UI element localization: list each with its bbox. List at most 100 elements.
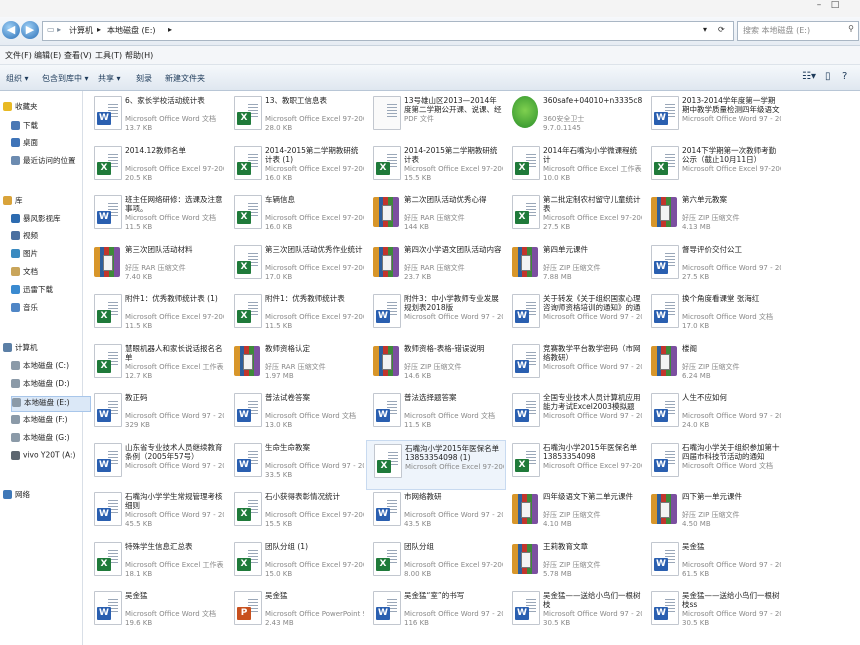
file-item[interactable]: X 2014.12教师名单 Microsoft Office Excel 97-20… [87, 143, 225, 191]
file-item[interactable]: W 教正码 Microsoft Office Word 97 - 20... 329 … [87, 390, 225, 438]
menu-tools[interactable]: 工具(T) [95, 50, 122, 61]
menu-help[interactable]: 帮助(H) [125, 50, 153, 61]
nav-item-6[interactable]: 视频 [11, 230, 89, 244]
file-item[interactable]: X 石嘴沟小学2015年医保名单13853354098 (1) Microsoft … [366, 439, 506, 490]
file-item[interactable]: X 慧眼机器人和家长说话报名名单 Microsoft Office Excel 工作… [87, 341, 225, 389]
menu-edit[interactable]: 编辑(E) [34, 50, 61, 61]
nav-item-15[interactable]: 本地磁盘 (F:) [11, 414, 89, 428]
refresh-icon[interactable]: ⟳ [718, 25, 725, 34]
nav-item-14[interactable]: 本地磁盘 (E:) [11, 396, 91, 412]
file-item[interactable]: W 督导评价交付公工 Microsoft Office Word 97 - 20..… [644, 242, 782, 290]
nav-item-11[interactable]: 计算机 [3, 342, 81, 356]
nav-item-4[interactable]: 库 [3, 195, 81, 209]
view-options-icon[interactable]: ☷▾ [802, 71, 816, 82]
nav-item-10[interactable]: 音乐 [11, 302, 89, 316]
menu-view[interactable]: 查看(V) [64, 50, 92, 61]
file-item[interactable]: W 吴金猛——送给小鸟们一根树枝 Microsoft Office Word 97 … [505, 588, 643, 636]
organize-button[interactable]: 组织 ▾ [6, 73, 29, 84]
file-item[interactable]: W 市网络教研 Microsoft Office Word 97 - 20... 43… [366, 489, 504, 537]
file-item[interactable]: 王莉教育文章 好压 ZIP 压缩文件 5.78 MB [505, 539, 643, 587]
file-item[interactable]: 13号雄山区2013—2014年度第二学期公开课、说课、经验交流...PDF 文… [366, 93, 504, 141]
nav-item-1[interactable]: 下载 [11, 120, 89, 134]
nav-item-2[interactable]: 桌面 [11, 137, 89, 151]
forward-button[interactable]: ▶ [21, 21, 39, 39]
file-item[interactable]: W 人生不应如何 Microsoft Office Word 97 - 20... 2… [644, 390, 782, 438]
address-field[interactable]: ▭ ▸ 计算机 ▸ 本地磁盘 (E:) ▸ ▾ ⟳ [42, 21, 734, 41]
include-in-library-button[interactable]: 包含到库中 ▾ [42, 73, 89, 84]
new-folder-button[interactable]: 新建文件夹 [165, 73, 205, 84]
file-item[interactable]: W 石嘴沟小学关于组织参加第十四届市科技节活动的通知 Microsoft Offic… [644, 440, 782, 488]
file-item[interactable]: X 附件1：优秀教师统计表 (1) Microsoft Office Excel 9… [87, 291, 225, 339]
address-bar-area: ◀ ▶ ▭ ▸ 计算机 ▸ 本地磁盘 (E:) ▸ ▾ ⟳ 搜索 本地磁盘 (E… [0, 17, 860, 46]
file-item[interactable]: X 特殊学生信息汇总表 Microsoft Office Excel 工作表 18.1… [87, 539, 225, 587]
file-item[interactable]: 第四次小学语文团队活动内容 好压 RAR 压缩文件 23.7 KB [366, 242, 504, 290]
file-item[interactable]: W 全国专业技术人员计算机应用能力考试Excel2003模拟题 Microsoft … [505, 390, 643, 438]
nav-item-13[interactable]: 本地磁盘 (D:) [11, 378, 89, 392]
file-item[interactable]: X 附件1：优秀教师统计表 Microsoft Office Excel 97-20… [227, 291, 365, 339]
file-item[interactable]: 四年级语文下第二单元课件 好压 ZIP 压缩文件 4.10 MB [505, 489, 643, 537]
nav-item-3[interactable]: 最近访问的位置 [11, 155, 89, 169]
file-item[interactable]: X 2014下学期第一次教师考勤公示（截止10月11日） Microsoft Off… [644, 143, 782, 191]
file-item[interactable]: W 山东省专业技术人员继续教育条例（2005年57号） Microsoft Offi… [87, 440, 225, 488]
file-item[interactable]: X团队分组 (1) Microsoft Office Excel 97-2003.… [227, 539, 365, 587]
file-name: 楼阁 [682, 343, 697, 353]
file-item[interactable]: 教师资格认定 好压 RAR 压缩文件 1.97 MB [227, 341, 365, 389]
menu-file[interactable]: 文件(F) [5, 50, 32, 61]
file-item[interactable]: 第二次团队活动优秀心得 好压 RAR 压缩文件 144 KB [366, 192, 504, 240]
file-item[interactable]: X车辆信息 Microsoft Office Excel 97-2003...16… [227, 192, 365, 240]
file-item[interactable]: W 吴金猛 Microsoft Office Word 97 - 20... 61.5… [644, 539, 782, 587]
nav-item-9[interactable]: 迅雷下载 [11, 284, 89, 298]
nav-item-0[interactable]: 收藏夹 [3, 101, 81, 115]
file-item[interactable]: W 吴金猛——送给小鸟们一根树枝ss Microsoft Office Word 9… [644, 588, 782, 636]
file-item[interactable]: 第六单元教案 好压 ZIP 压缩文件 4.13 MB [644, 192, 782, 240]
file-item[interactable]: 楼阁 好压 ZIP 压缩文件 6.24 MB [644, 341, 782, 389]
breadcrumb-drive[interactable]: 本地磁盘 (E:) [107, 25, 156, 36]
nav-item-7[interactable]: 图片 [11, 248, 89, 262]
file-item[interactable]: X 2014-2015第二学期教研统计表 (1) Microsoft Office … [227, 143, 365, 191]
nav-item-12[interactable]: 本地磁盘 (C:) [11, 360, 89, 374]
file-item[interactable]: X13、教职工信息表 Microsoft Office Excel 97-2003… [227, 93, 365, 141]
burn-button[interactable]: 刻录 [136, 73, 152, 84]
file-item[interactable]: W 石嘴沟小学学生常规管理考核细则 Microsoft Office Word 97… [87, 489, 225, 537]
file-size: 13.7 KB [125, 124, 153, 132]
file-item[interactable]: 360safe+04010+n3335c8fd8f 360安全卫士9.7.0.11… [505, 93, 643, 141]
file-item[interactable]: 第三次团队活动材料 好压 RAR 压缩文件 7.40 KB [87, 242, 225, 290]
file-item[interactable]: 教师资格-表格-错误说明 好压 ZIP 压缩文件 14.6 KB [366, 341, 504, 389]
file-item[interactable]: W 普法选择题答案 Microsoft Office Word 文档 11.5 KB [366, 390, 504, 438]
back-button[interactable]: ◀ [2, 21, 20, 39]
file-item[interactable]: W 班主任网络研修：选课及注意事项。 Microsoft Office Word 文… [87, 192, 225, 240]
nav-item-5[interactable]: 暴风影视库 [11, 213, 89, 227]
file-item[interactable]: W关于转发《关于组织国家心理咨询师资格培训的通知》的通知Microsoft Of… [505, 291, 643, 339]
file-item[interactable]: X 2014年石嘴沟小学微课程统计 Microsoft Office Excel 工… [505, 143, 643, 191]
minimize-button[interactable]: – [812, 0, 826, 13]
file-item[interactable]: 四下第一单元课件 好压 ZIP 压缩文件 4.50 MB [644, 489, 782, 537]
file-item[interactable]: W 吴金猛“室”的书写 Microsoft Office Word 97 - 20.… [366, 588, 504, 636]
address-dropdown-icon[interactable]: ▾ [703, 25, 707, 34]
file-item[interactable]: W 6、家长学校活动统计表 Microsoft Office Word 文档 13.7… [87, 93, 225, 141]
file-item[interactable]: W 竞赛教学平台教学密码（市网络教研） Microsoft Office Word … [505, 341, 643, 389]
nav-item-16[interactable]: 本地磁盘 (G:) [11, 432, 89, 446]
share-button[interactable]: 共享 ▾ [98, 73, 121, 84]
preview-pane-icon[interactable]: ▯ [825, 71, 831, 82]
file-item[interactable]: W 生命生命教案 Microsoft Office Word 97 - 20... 3… [227, 440, 365, 488]
file-item[interactable]: W 吴金猛 Microsoft Office Word 文档 19.6 KB [87, 588, 225, 636]
help-icon[interactable]: ? [842, 71, 847, 82]
file-item[interactable]: X石小获得表彰情况统计 Microsoft Office Excel 97-200… [227, 489, 365, 537]
file-item[interactable]: X 2014-2015第二学期教研统计表 Microsoft Office Exce… [366, 143, 504, 191]
file-item[interactable]: W 换个角度看课堂 张海红 Microsoft Office Word 文档 17.0… [644, 291, 782, 339]
file-item[interactable]: W 普法试卷答案 Microsoft Office Word 文档 13.0 KB [227, 390, 365, 438]
nav-item-17[interactable]: vivo Y20T (A:) [11, 450, 89, 464]
file-item[interactable]: P 吴金猛 Microsoft Office PowerPoint 9... 2.43… [227, 588, 365, 636]
nav-item-8[interactable]: 文档 [11, 266, 89, 280]
search-input[interactable]: 搜索 本地磁盘 (E:) ⚲ [737, 21, 859, 41]
file-item[interactable]: X 石嘴沟小学2015年医保名单13853354098 Microsoft Offi… [505, 440, 643, 488]
file-item[interactable]: X团队分组 Microsoft Office Excel 97-2003...8.… [366, 539, 504, 587]
file-item[interactable]: X 第三次团队活动优秀作业统计 Microsoft Office Excel 97-… [227, 242, 365, 290]
breadcrumb-computer[interactable]: 计算机 [69, 25, 93, 36]
file-item[interactable]: 第四单元课件 好压 ZIP 压缩文件 7.88 MB [505, 242, 643, 290]
file-item[interactable]: X 第二批定制农村留守儿童统计表 Microsoft Office Excel 97… [505, 192, 643, 240]
maximize-button[interactable]: □ [828, 0, 842, 13]
file-item[interactable]: W2013-2014学年度第一学期期中教学质量检测四年级语文试卷Microsof… [644, 93, 782, 141]
nav-item-18[interactable]: 网络 [3, 489, 81, 503]
file-item[interactable]: W 附件3：中小学教师专业发展规划表2018版 Microsoft Office W… [366, 291, 504, 339]
